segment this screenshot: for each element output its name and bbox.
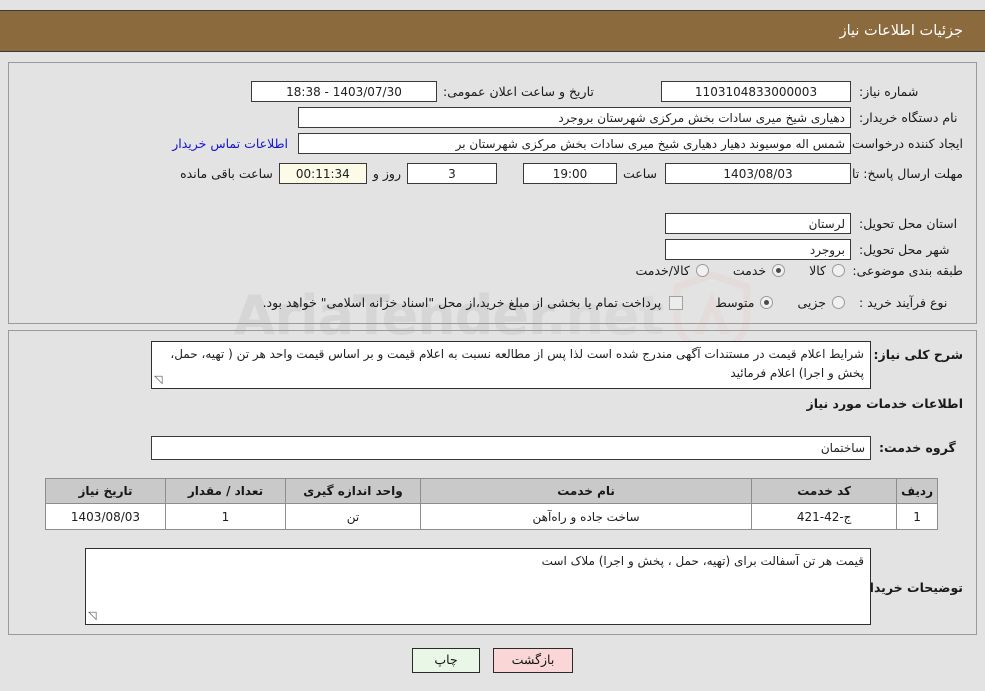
deadline-label: مهلت ارسال پاسخ: تا تاریخ: [818, 166, 963, 181]
announce-datetime-label: تاریخ و ساعت اعلان عمومی: [443, 83, 594, 99]
table-header-row: ردیف کد خدمت نام خدمت واحد اندازه گیری ت… [45, 478, 938, 504]
services-section-title: اطلاعات خدمات مورد نیاز [806, 396, 964, 411]
province-label: استان محل تحویل: [859, 215, 958, 231]
buyer-notes-textarea[interactable]: قیمت هر تن آسفالت برای (تهیه، حمل ، پخش … [85, 548, 871, 625]
hour-value: 19:00 [522, 163, 617, 184]
category-row: طبقه بندی موضوعی: کالا خدمت کالا/خدمت [635, 263, 963, 279]
treasury-checkbox[interactable] [669, 295, 684, 310]
services-table-wrapper: ردیف کد خدمت نام خدمت واحد اندازه گیری ت… [45, 478, 938, 530]
cell-unit: تن [285, 503, 421, 530]
category-option-kala-khedmat-label: کالا/خدمت [635, 263, 690, 279]
requester-label: ایجاد کننده درخواست: [847, 135, 963, 151]
page-title: جزئیات اطلاعات نیاز [839, 23, 963, 39]
need-number-value: 1103104833000003 [661, 81, 851, 102]
remaining-label: ساعت باقی مانده [180, 165, 273, 181]
announce-datetime-value: 1403/07/30 - 18:38 [251, 81, 437, 102]
radio-khedmat-icon[interactable] [772, 264, 786, 278]
col-unit: واحد اندازه گیری [285, 478, 421, 504]
process-option-motavaset-label: متوسط [715, 295, 755, 311]
col-qty: تعداد / مقدار [165, 478, 286, 504]
need-number-row: شماره نیاز: 1103104833000003 [661, 81, 963, 102]
description-textarea[interactable]: شرایط اعلام قیمت در مستندات آگهی مندرج ش… [151, 341, 871, 389]
countdown-timer: 00:11:34 [278, 163, 367, 184]
province-value: لرستان [665, 213, 851, 234]
requester-row: ایجاد کننده درخواست: شمس اله موسیوند دهی… [172, 133, 963, 154]
radio-kala-khedmat-icon[interactable] [695, 264, 709, 278]
category-label: طبقه بندی موضوعی: [852, 263, 963, 278]
back-button[interactable]: بازگشت [493, 648, 573, 673]
city-label: شهر محل تحویل: [859, 241, 950, 257]
notes-resize-grip-icon[interactable]: ◸ [88, 607, 96, 624]
days-label: روز و [372, 165, 401, 181]
deadline-date-value: 1403/08/03 [665, 163, 851, 184]
buyer-org-row: نام دستگاه خریدار: دهیاری شیخ میری سادات… [298, 107, 963, 128]
service-group-row: گروه خدمت: ساختمان [151, 436, 963, 460]
buyer-org-value: دهیاری شیخ میری سادات بخش مرکزی شهرستان … [298, 107, 851, 128]
city-value: بروجرد [665, 239, 851, 260]
treasury-text: پرداخت تمام یا بخشی از مبلغ خرید،از محل … [262, 295, 662, 311]
radio-motavaset-icon[interactable] [760, 296, 774, 310]
cell-name: ساخت جاده و راه‌آهن [419, 503, 753, 530]
description-row: شرح کلی نیاز: شرایط اعلام قیمت در مستندا… [151, 341, 963, 389]
page-root: جزئیات اطلاعات نیاز AriaTender.net شماره… [0, 0, 985, 691]
buyer-org-label: نام دستگاه خریدار: [859, 109, 958, 125]
print-button[interactable]: چاپ [412, 648, 480, 673]
cell-qty: 1 [165, 503, 286, 530]
category-option-khedmat[interactable]: خدمت [732, 263, 786, 279]
cell-date: 1403/08/03 [45, 503, 166, 530]
province-row: استان محل تحویل: لرستان [665, 213, 963, 234]
category-option-kala[interactable]: کالا [809, 263, 845, 278]
buyer-contact-link[interactable]: اطلاعات تماس خریدار [172, 136, 288, 151]
cell-code: ج-42-421 [751, 503, 898, 530]
process-option-jozei-label: جزیی [797, 295, 826, 311]
remaining-days-value: 3 [406, 163, 497, 184]
deadline-row: مهلت ارسال پاسخ: تا تاریخ: 1403/08/03 سا… [180, 163, 963, 184]
process-type-row: نوع فرآیند خرید : جزیی متوسط پرداخت تمام… [263, 295, 963, 311]
requester-value: شمس اله موسیوند دهیار دهیاری شیخ میری سا… [298, 133, 851, 154]
buyer-notes-text: قیمت هر تن آسفالت برای (تهیه، حمل ، پخش … [541, 554, 864, 568]
buyer-notes-label: توضیحات خریدار: [857, 580, 963, 595]
process-option-jozei[interactable]: جزیی [797, 295, 845, 310]
radio-kala-icon[interactable] [832, 264, 845, 278]
process-type-label: نوع فرآیند خرید : [859, 295, 948, 310]
col-row: ردیف [896, 478, 938, 504]
col-name: نام خدمت [419, 478, 753, 504]
col-date: تاریخ نیاز [45, 478, 166, 504]
description-label: شرح کلی نیاز: [873, 347, 963, 362]
col-code: کد خدمت [751, 478, 898, 504]
announce-datetime-row: تاریخ و ساعت اعلان عمومی: 1403/07/30 - 1… [251, 81, 615, 102]
description-text: شرایط اعلام قیمت در مستندات آگهی مندرج ش… [170, 347, 864, 380]
need-number-label: شماره نیاز: [859, 83, 919, 99]
hour-label: ساعت [622, 165, 657, 181]
process-option-motavaset[interactable]: متوسط [715, 295, 774, 311]
resize-grip-icon[interactable]: ◸ [154, 371, 162, 388]
category-option-kala-khedmat[interactable]: کالا/خدمت [635, 263, 709, 279]
buyer-notes-row: توضیحات خریدار: قیمت هر تن آسفالت برای (… [85, 548, 963, 625]
category-option-khedmat-label: خدمت [732, 263, 767, 279]
services-table: ردیف کد خدمت نام خدمت واحد اندازه گیری ت… [45, 478, 938, 530]
city-row: شهر محل تحویل: بروجرد [665, 239, 963, 260]
category-option-kala-label: کالا [809, 263, 826, 279]
service-group-value: ساختمان [151, 436, 871, 460]
action-buttons: بازگشت چاپ [0, 648, 985, 673]
radio-jozei-icon[interactable] [832, 296, 845, 310]
service-group-label: گروه خدمت: [879, 440, 956, 456]
cell-row: 1 [896, 503, 938, 530]
page-header: جزئیات اطلاعات نیاز [0, 10, 985, 52]
table-row[interactable]: 1 ج-42-421 ساخت جاده و راه‌آهن تن 1 1403… [45, 503, 938, 530]
